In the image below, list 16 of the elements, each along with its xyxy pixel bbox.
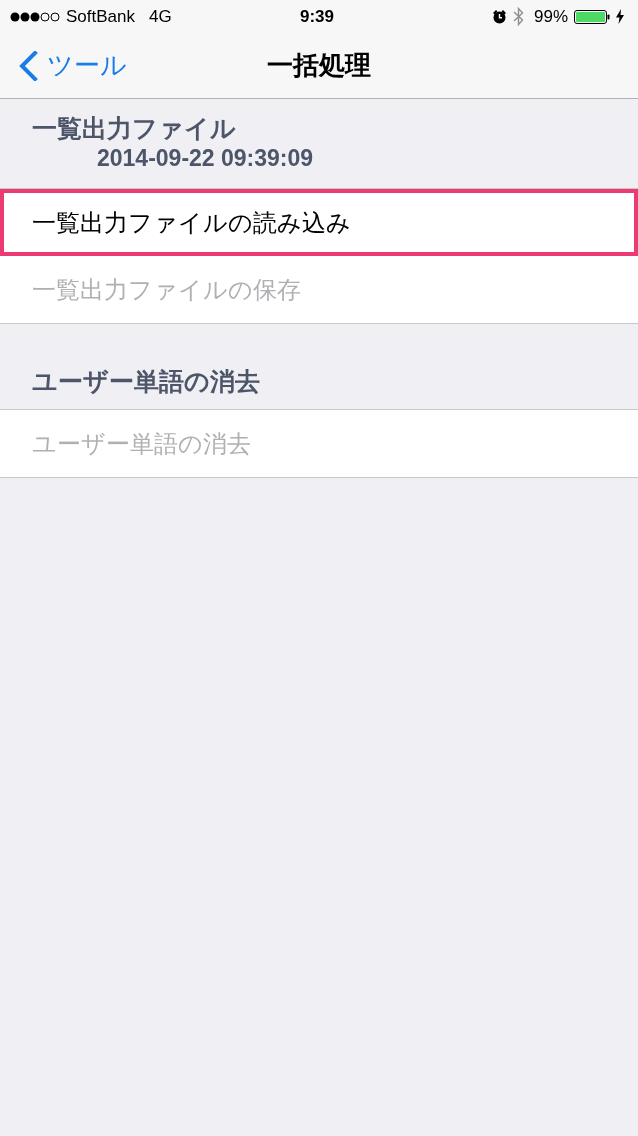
charging-bolt-icon	[616, 9, 624, 24]
carrier-name: SoftBank	[66, 6, 135, 27]
battery-percentage: 99%	[533, 6, 568, 27]
chevron-left-icon	[18, 50, 38, 81]
back-button[interactable]: ツール	[18, 48, 127, 83]
network-type: 4G	[149, 6, 172, 27]
section-header: ユーザー単語の消去	[32, 366, 260, 396]
status-time: 9:39	[300, 6, 334, 27]
bluetooth-icon	[512, 7, 524, 26]
section-header: 一覧出力ファイル	[32, 113, 236, 143]
nav-title: 一括処理	[267, 49, 371, 82]
signal-strength-icon	[10, 11, 60, 22]
battery-icon	[574, 9, 610, 24]
list-row[interactable]: 一覧出力ファイルの読み込み	[0, 189, 638, 256]
alarm-clock-icon	[491, 9, 507, 24]
timestamp-text: 2014-09-22 09:39:09	[97, 144, 314, 173]
